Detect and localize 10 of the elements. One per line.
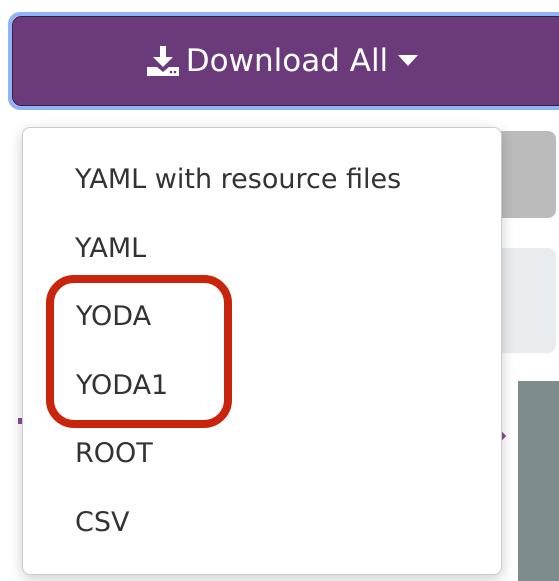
menu-item[interactable]: ROOT	[23, 420, 501, 489]
marker	[18, 418, 22, 424]
menu-item[interactable]: YODA	[54, 283, 224, 352]
download-all-button[interactable]: Download All	[12, 16, 559, 106]
menu-item[interactable]: YAML	[23, 214, 501, 284]
download-icon	[146, 45, 180, 77]
menu-item[interactable]: YAML with resource files	[23, 146, 501, 215]
menu-item[interactable]: CSV	[23, 488, 501, 558]
menu-item[interactable]: YODA1	[54, 352, 224, 420]
caret-icon	[398, 55, 418, 67]
